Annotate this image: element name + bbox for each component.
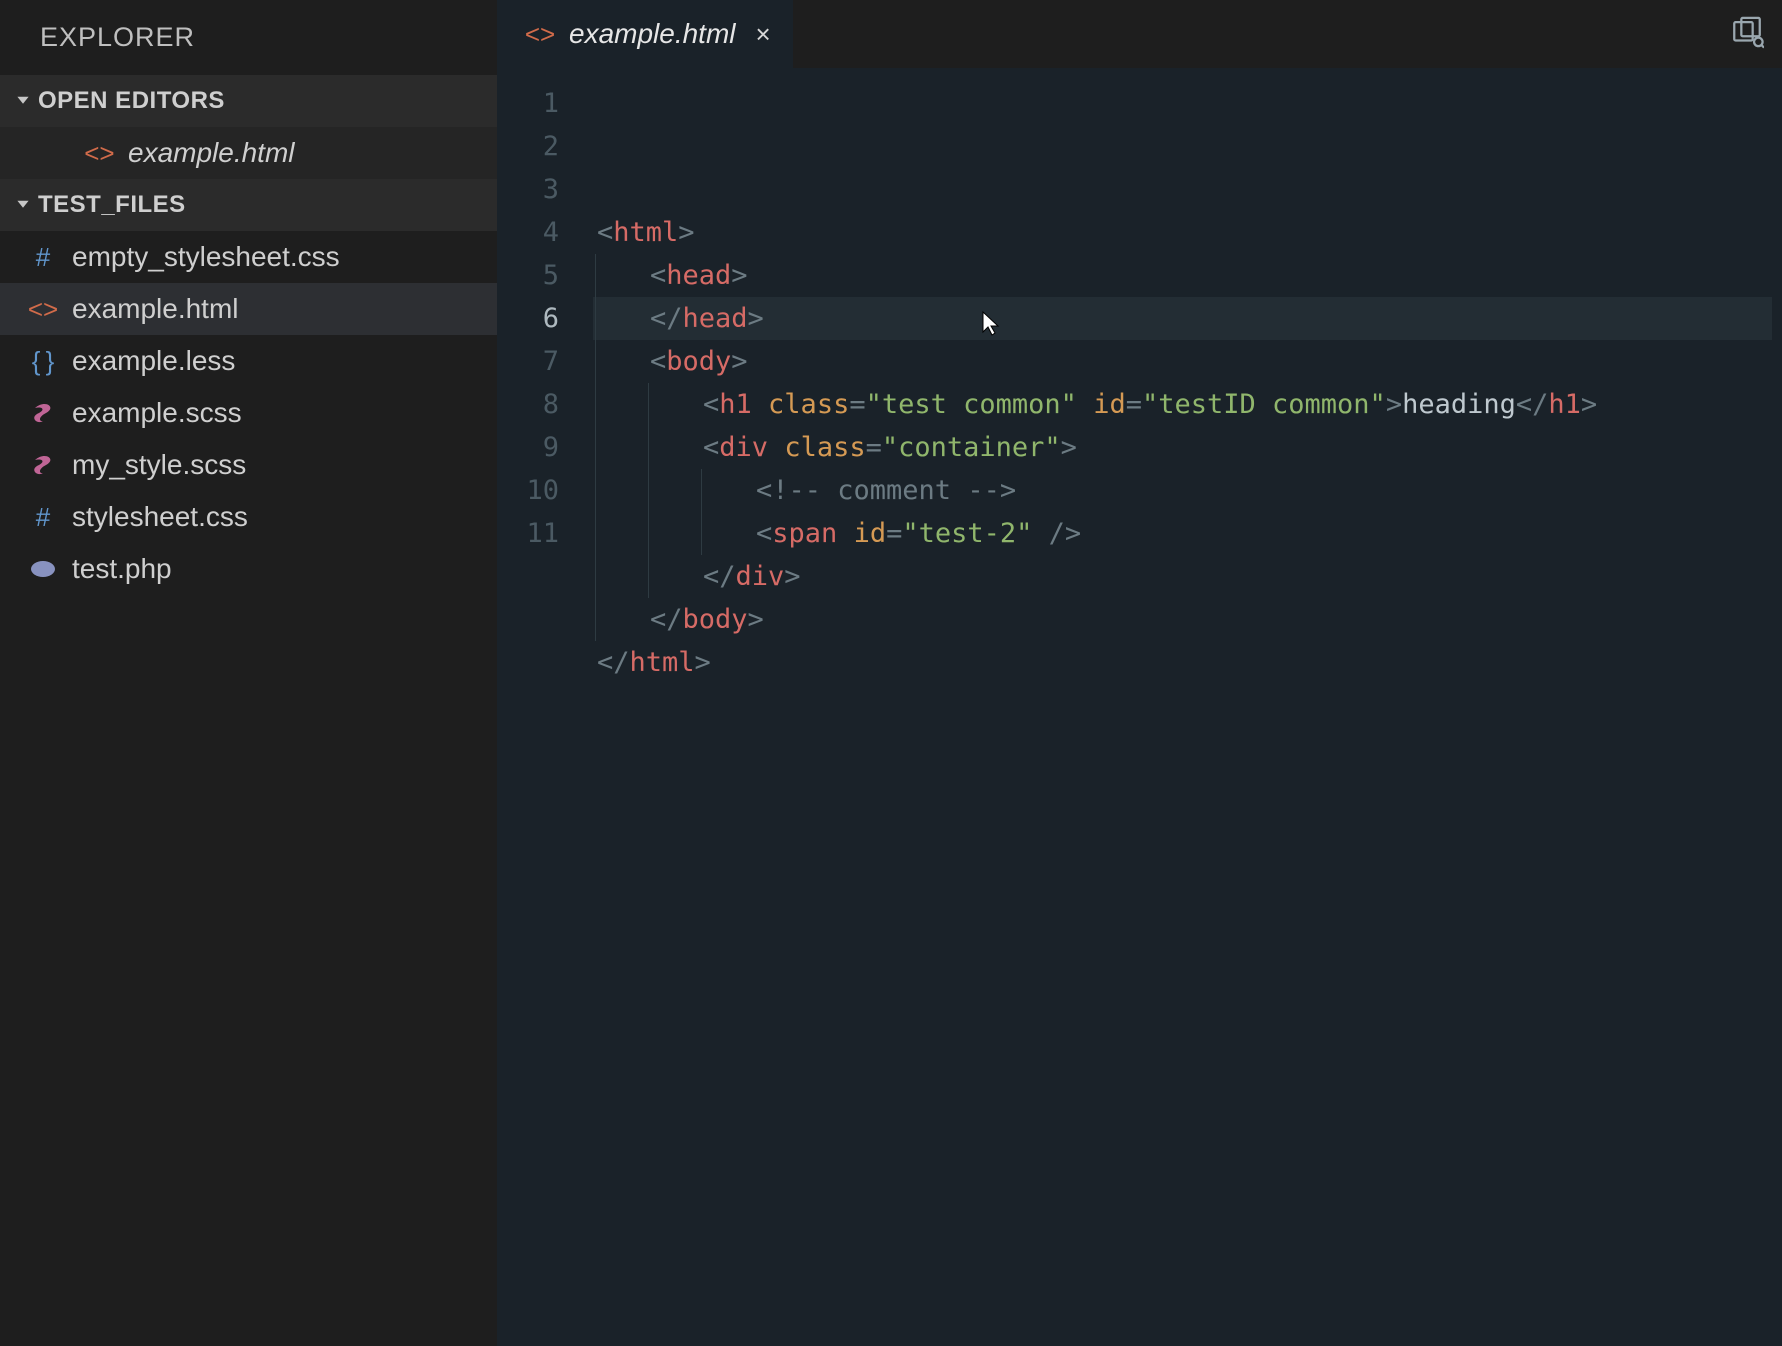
code-line[interactable]: <head>	[593, 254, 1782, 297]
file-item[interactable]: { } example.less	[0, 335, 497, 387]
folder-name: TEST_FILES	[38, 191, 186, 219]
explorer-sidebar: EXPLORER OPEN EDITORS <> example.html TE…	[0, 0, 497, 1346]
editor-area: <> example.html × 1234567891011 <html><h…	[497, 0, 1782, 1346]
less-icon: { }	[28, 346, 58, 377]
tab-filename: example.html	[569, 18, 736, 50]
sass-icon	[28, 401, 58, 425]
open-editors-label: OPEN EDITORS	[38, 87, 225, 115]
file-name: example.html	[72, 293, 239, 325]
line-number: 1	[497, 82, 559, 125]
explorer-title: EXPLORER	[0, 0, 497, 75]
open-editor-filename: example.html	[128, 137, 295, 169]
file-item[interactable]: example.scss	[0, 387, 497, 439]
file-item[interactable]: <> example.html	[0, 283, 497, 335]
css-icon: #	[28, 502, 58, 533]
line-number: 4	[497, 211, 559, 254]
tab-bar: <> example.html ×	[497, 0, 1782, 68]
file-name: my_style.scss	[72, 449, 246, 481]
close-icon[interactable]: ×	[750, 19, 771, 50]
file-item[interactable]: # stylesheet.css	[0, 491, 497, 543]
file-name: empty_stylesheet.css	[72, 241, 340, 273]
code-line[interactable]: </div>	[593, 555, 1782, 598]
file-item[interactable]: my_style.scss	[0, 439, 497, 491]
line-number: 5	[497, 254, 559, 297]
html-icon: <>	[84, 138, 114, 169]
line-number: 11	[497, 512, 559, 555]
text-editor[interactable]: 1234567891011 <html><head></head><body><…	[497, 68, 1782, 1346]
file-item[interactable]: test.php	[0, 543, 497, 595]
code-content[interactable]: <html><head></head><body><h1 class="test…	[593, 82, 1782, 1346]
file-item[interactable]: # empty_stylesheet.css	[0, 231, 497, 283]
sass-icon	[28, 453, 58, 477]
line-number: 7	[497, 340, 559, 383]
php-icon	[28, 560, 58, 578]
line-number: 10	[497, 469, 559, 512]
css-icon: #	[28, 242, 58, 273]
line-number-gutter: 1234567891011	[497, 82, 593, 1346]
html-icon: <>	[28, 294, 58, 325]
code-line[interactable]: <h1 class="test common" id="testID commo…	[593, 383, 1782, 426]
open-changes-icon[interactable]	[1730, 15, 1764, 54]
file-name: example.less	[72, 345, 235, 377]
file-name: example.scss	[72, 397, 242, 429]
line-number: 3	[497, 168, 559, 211]
code-line[interactable]: <div class="container">	[593, 426, 1782, 469]
code-line[interactable]: </html>	[593, 641, 1782, 684]
open-editor-item[interactable]: <> example.html	[0, 127, 497, 179]
chevron-down-icon	[14, 196, 32, 214]
line-number: 8	[497, 383, 559, 426]
open-editors-header[interactable]: OPEN EDITORS	[0, 75, 497, 127]
editor-actions	[1730, 0, 1764, 68]
chevron-down-icon	[14, 92, 32, 110]
tab-example-html[interactable]: <> example.html ×	[497, 0, 793, 68]
file-name: test.php	[72, 553, 172, 585]
line-number: 9	[497, 426, 559, 469]
code-line[interactable]: <html>	[593, 211, 1782, 254]
code-line[interactable]: <span id="test-2" />	[593, 512, 1782, 555]
code-line[interactable]: <body>	[593, 340, 1782, 383]
file-name: stylesheet.css	[72, 501, 248, 533]
code-line[interactable]: <!-- comment -->	[593, 469, 1782, 512]
line-number: 6	[497, 297, 559, 340]
line-number: 2	[497, 125, 559, 168]
code-line[interactable]: </body>	[593, 598, 1782, 641]
folder-header[interactable]: TEST_FILES	[0, 179, 497, 231]
code-line[interactable]: </head>	[593, 297, 1782, 340]
html-icon: <>	[525, 19, 555, 50]
